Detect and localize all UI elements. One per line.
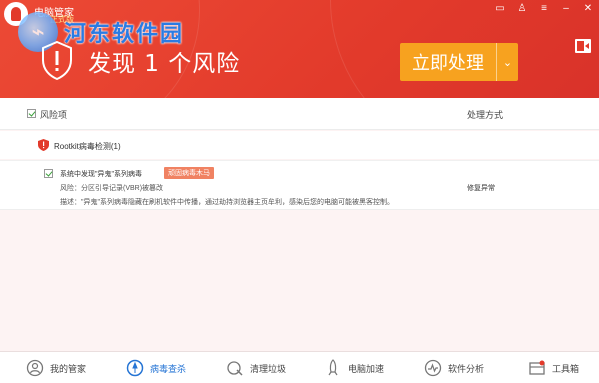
warning-shield-icon [38,139,49,151]
risk-item-checkbox[interactable] [44,169,53,178]
nav-label: 电脑加速 [348,363,385,374]
risk-item-title: 系统中发现"异鬼"系列病毒 [60,171,142,178]
skin-icon[interactable]: ♙ [517,3,527,14]
minimize-icon[interactable]: – [561,3,571,14]
analysis-icon [423,358,443,378]
nav-label: 清理垃圾 [250,363,287,374]
risk-headline: 发现 1 个风险 [88,51,241,77]
clean-icon [225,358,245,378]
column-header-item: 风险项 [40,110,68,120]
risk-detail-row[interactable]: 系统中发现"异鬼"系列病毒 顽固病毒木马 风险：分区引导记录(VBR)被篡改 描… [0,160,599,210]
risk-group-title: Rootkit病毒检测(1) [54,142,121,151]
nav-item-toolbox[interactable]: 工具箱 [527,358,579,378]
nav-item-speedup[interactable]: 电脑加速 [323,358,384,378]
process-now-button[interactable]: 立即处理 ⌄ [400,43,518,81]
table-header: 风险项 处理方式 [0,98,599,130]
process-now-label[interactable]: 立即处理 [400,43,497,81]
bottom-nav-bar: 我的管家 病毒查杀 清理垃圾 电脑加速 软件分析 工具箱 [0,351,599,383]
window-controls: ▭ ♙ ≡ – ✕ [495,3,593,14]
risk-item-action[interactable]: 修复异常 [467,183,495,193]
home-icon [25,358,45,378]
nav-item-virus-scan[interactable]: 病毒查杀 [125,358,186,378]
exit-icon[interactable] [574,38,592,54]
risk-type-badge: 顽固病毒木马 [164,167,214,179]
virus-scan-icon [125,358,145,378]
menu-icon[interactable]: ≡ [539,3,549,14]
nav-item-clean[interactable]: 清理垃圾 [225,358,286,378]
nav-item-software[interactable]: 软件分析 [423,358,484,378]
nav-label: 病毒查杀 [150,363,187,374]
close-icon[interactable]: ✕ [583,3,593,14]
header-banner: 电脑管家 正式版 ⌁ 河东软件园 ▭ ♙ ≡ – ✕ 发现 1 个风险 立即处理… [0,0,599,98]
column-header-action: 处理方式 [467,110,504,120]
risk-group-row[interactable]: Rootkit病毒检测(1) [0,131,599,159]
select-all-checkbox[interactable] [27,109,36,118]
risk-item-description: 描述："异鬼"系列病毒隐藏在刷机软件中传播，通过劫持浏览器主页牟利，感染后您的电… [60,199,394,206]
nav-label: 软件分析 [448,363,485,374]
risk-item-risk: 风险：分区引导记录(VBR)被篡改 [60,185,164,192]
rocket-icon [323,358,343,378]
nav-item-home[interactable]: 我的管家 [25,358,86,378]
nav-label: 我的管家 [50,363,87,374]
warning-shield-icon [42,40,72,80]
battery-icon[interactable]: ▭ [495,3,505,14]
nav-label: 工具箱 [552,363,580,374]
chevron-down-icon[interactable]: ⌄ [497,43,518,81]
toolbox-icon [527,358,547,378]
